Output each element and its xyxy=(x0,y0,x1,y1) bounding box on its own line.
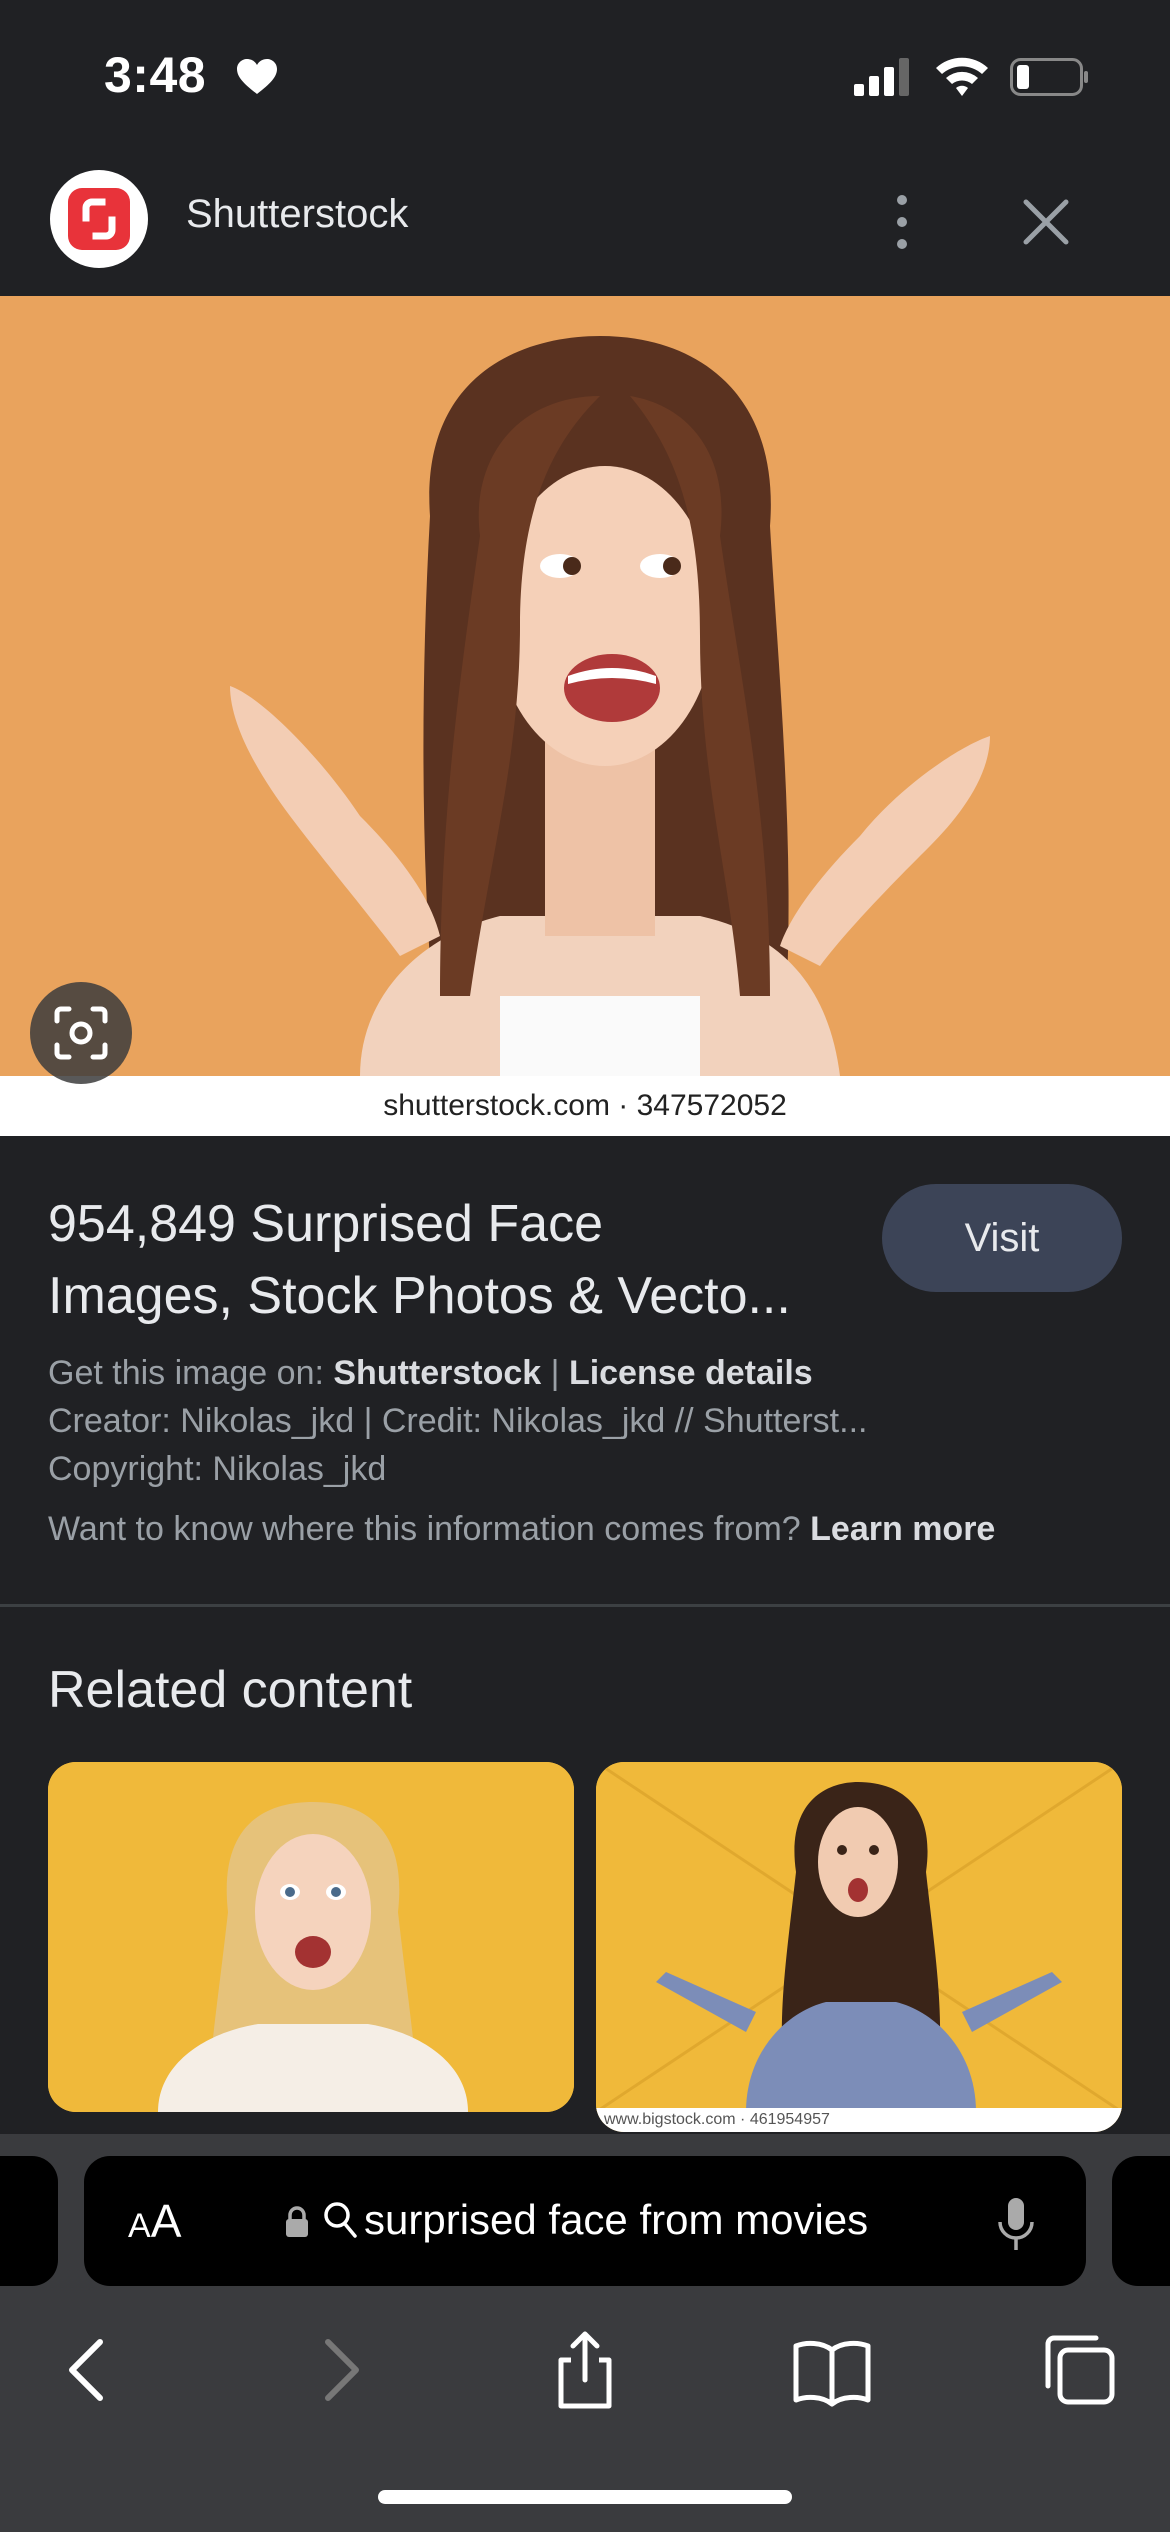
source-link[interactable]: Shutterstock xyxy=(333,1354,541,1392)
text-size-button[interactable]: AA xyxy=(128,2194,181,2248)
title-line-2: Images, Stock Photos & Vecto... xyxy=(48,1267,791,1325)
next-tab-peek[interactable] xyxy=(1112,2156,1170,2286)
forward-icon[interactable] xyxy=(300,2330,380,2410)
microphone-icon[interactable] xyxy=(996,2196,1036,2252)
learn-more-line: Want to know where this information come… xyxy=(48,1510,995,1549)
page-title[interactable]: 954,849 Surprised Face Images, Stock Pho… xyxy=(48,1188,868,1332)
battery-icon xyxy=(1010,58,1088,96)
site-name: Shutterstock xyxy=(186,192,409,236)
thumbnail-caption: www.bigstock.com · 461954957 xyxy=(596,2108,1122,2132)
learn-more-prefix: Want to know where this information come… xyxy=(48,1510,811,1548)
copyright-line: Copyright: Nikolas_jkd xyxy=(48,1450,387,1488)
get-image-line: Get this image on: Shutterstock | Licens… xyxy=(48,1354,813,1393)
previous-tab-peek[interactable] xyxy=(0,2156,58,2286)
tabs-icon[interactable] xyxy=(1040,2330,1120,2410)
lens-search-button[interactable] xyxy=(30,982,132,1084)
preview-image[interactable]: shutterstock.com · 347572052 xyxy=(0,296,1170,1136)
close-icon[interactable] xyxy=(1020,196,1072,248)
surprised-woman-photo xyxy=(0,296,1170,1076)
surprised-girl-photo xyxy=(596,1762,1122,2114)
related-thumbnail-1[interactable] xyxy=(48,1762,574,2112)
license-details-link[interactable]: License details xyxy=(569,1354,813,1392)
shutterstock-logo xyxy=(50,170,148,268)
status-bar: 3:48 xyxy=(0,0,1170,150)
image-watermark-caption: shutterstock.com · 347572052 xyxy=(0,1076,1170,1136)
title-line-1: 954,849 Surprised Face xyxy=(48,1195,604,1253)
learn-more-link[interactable]: Learn more xyxy=(810,1510,995,1548)
surprised-blonde-photo xyxy=(48,1762,574,2112)
back-icon[interactable] xyxy=(48,2330,128,2410)
aa-large: A xyxy=(150,2195,182,2247)
image-info-panel: 954,849 Surprised Face Images, Stock Pho… xyxy=(0,1136,1170,1606)
related-thumbnail-2[interactable]: www.bigstock.com · 461954957 xyxy=(596,1762,1122,2132)
share-icon[interactable] xyxy=(545,2330,625,2410)
creator-line: Creator: Nikolas_jkd | Credit: Nikolas_j… xyxy=(48,1402,868,1440)
bookmarks-icon[interactable] xyxy=(792,2330,872,2410)
visit-button[interactable]: Visit xyxy=(882,1184,1122,1292)
separator: | xyxy=(541,1354,569,1392)
lock-icon xyxy=(286,2206,308,2237)
url-text: surprised face from movies xyxy=(364,2196,869,2243)
get-image-prefix: Get this image on: xyxy=(48,1354,334,1392)
cellular-signal-icon xyxy=(854,58,909,96)
aa-small: A xyxy=(128,2207,151,2245)
lens-icon xyxy=(54,1006,108,1060)
wifi-icon xyxy=(936,57,988,96)
divider xyxy=(0,1604,1170,1607)
status-time: 3:48 xyxy=(104,47,207,103)
more-options-icon[interactable] xyxy=(880,192,924,252)
address-bar[interactable]: AA surprised face from movies xyxy=(84,2156,1086,2286)
home-indicator xyxy=(378,2490,792,2504)
heart-icon xyxy=(237,59,277,94)
search-icon xyxy=(324,2202,357,2238)
source-header: Shutterstock xyxy=(0,150,1170,296)
related-content-heading: Related content xyxy=(48,1661,413,1719)
